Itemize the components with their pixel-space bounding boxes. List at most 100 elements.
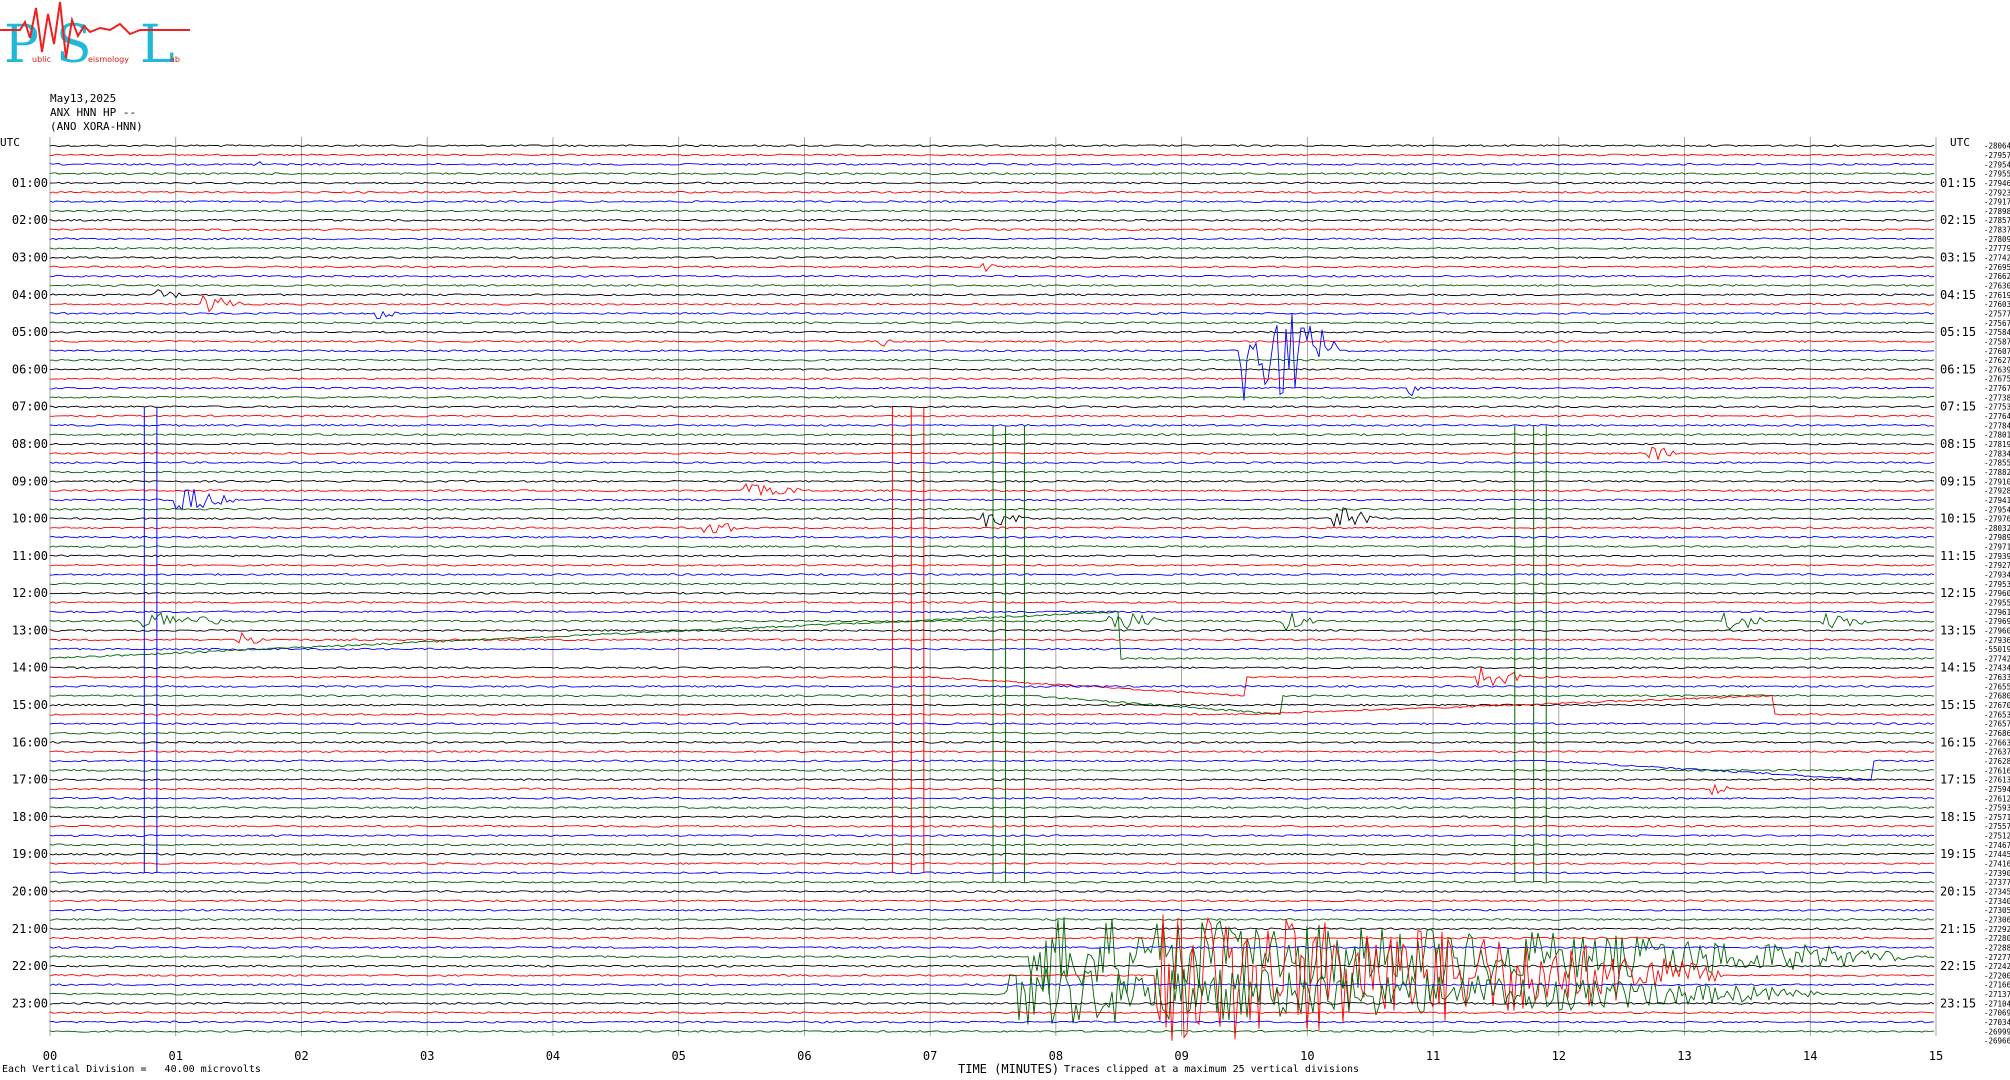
trace-offset-label: -27137 xyxy=(1984,990,2010,999)
trace-offset-label: -27819 xyxy=(1984,440,2010,449)
trace-offset-label: -27834 xyxy=(1984,449,2010,458)
trace-offset-label: -28064 xyxy=(1984,142,2010,151)
trace-offset-label: -27686 xyxy=(1984,729,2010,738)
left-hour-label: 10:00 xyxy=(12,512,48,526)
left-hour-label: 20:00 xyxy=(12,884,48,898)
seismic-trace xyxy=(49,843,1935,847)
trace-offset-label: -27917 xyxy=(1984,198,2010,207)
seismic-trace xyxy=(49,601,1935,604)
left-hour-label: 02:00 xyxy=(12,213,48,227)
seismic-trace xyxy=(49,209,1934,213)
vertical-division-note: Each Vertical Division = 40.00 microvolt… xyxy=(2,1064,261,1075)
trace-offset-label: -27104 xyxy=(1984,999,2010,1008)
trace-offset-label: -27593 xyxy=(1984,804,2010,813)
trace-offset-label: -27955 xyxy=(1984,598,2010,607)
trace-offset-label: -27898 xyxy=(1984,207,2010,216)
seismic-trace xyxy=(49,573,1935,576)
trace-offset-label: -27936 xyxy=(1984,636,2010,645)
helicorder-plot: UTC UTC 01:00 02:00 03:00 04:00 05:00 06:00 07:0… xyxy=(0,136,2010,1063)
trace-offset-label: -27639 xyxy=(1984,365,2010,374)
x-tick-label: 11 xyxy=(1426,1049,1440,1063)
trace-offset-label: -28032 xyxy=(1984,524,2010,533)
trace-offset-label: -27946 xyxy=(1984,179,2010,188)
right-hour-label: 05:15 xyxy=(1940,325,1976,339)
seismic-trace xyxy=(49,768,1935,772)
x-tick-label: 05 xyxy=(671,1049,685,1063)
trace-offset-label: -27923 xyxy=(1984,188,2010,197)
seismic-trace xyxy=(49,824,1935,828)
seismic-trace xyxy=(49,446,1935,461)
x-tick-label: 10 xyxy=(1300,1049,1314,1063)
trace-offset-label: -27954 xyxy=(1984,505,2010,514)
seismic-trace xyxy=(49,582,1935,586)
seismic-trace xyxy=(49,783,1935,796)
seismic-trace xyxy=(49,190,1935,194)
trace-offset-label: -27680 xyxy=(1984,692,2010,701)
x-tick-label: 01 xyxy=(169,1049,183,1063)
seismic-trace xyxy=(49,405,1934,409)
left-utc-label: UTC xyxy=(0,136,20,149)
seismic-trace xyxy=(49,862,1935,865)
seismic-trace xyxy=(49,289,1934,299)
trace-offset-label: -27288 xyxy=(1984,943,2010,952)
seismic-trace xyxy=(49,629,1935,632)
right-hour-label: 18:15 xyxy=(1940,810,1976,824)
left-hour-label: 07:00 xyxy=(12,400,48,414)
seismic-trace xyxy=(49,172,1935,176)
trace-offset-label: -27445 xyxy=(1984,850,2010,859)
trace-offset-label: -27594 xyxy=(1984,785,2010,794)
x-tick-label: 06 xyxy=(797,1049,811,1063)
seismic-trace xyxy=(49,395,1934,399)
x-tick-label: 12 xyxy=(1552,1049,1566,1063)
seismic-trace xyxy=(49,968,1935,1025)
trace-offset-label: -27630 xyxy=(1984,282,2010,291)
trace-offset-label: -27557 xyxy=(1984,822,2010,831)
right-hour-label: 20:15 xyxy=(1940,884,1976,898)
trace-offset-label: -27628 xyxy=(1984,757,2010,766)
left-hour-label: 08:00 xyxy=(12,437,48,451)
left-hour-label: 14:00 xyxy=(12,661,48,675)
trace-offset-label: -27584 xyxy=(1984,328,2010,337)
trace-offset-label: -27242 xyxy=(1984,962,2010,971)
seismic-trace xyxy=(49,330,1935,334)
trace-offset-label: -27961 xyxy=(1984,608,2010,617)
left-hour-label: 16:00 xyxy=(12,735,48,749)
left-hour-label: 12:00 xyxy=(12,586,48,600)
trace-offset-label: -27345 xyxy=(1984,887,2010,896)
trace-offset-label: -27954 xyxy=(1984,160,2010,169)
trace-offset-label: -27960 xyxy=(1984,589,2010,598)
trace-offset-label: -27742 xyxy=(1984,654,2010,663)
trace-offset-label: -27390 xyxy=(1984,869,2010,878)
trace-offset-label: -27034 xyxy=(1984,1018,2010,1027)
right-hour-label: 16:15 xyxy=(1940,735,1976,749)
seismic-trace xyxy=(49,936,1935,940)
trace-offset-label: -27939 xyxy=(1984,552,2010,561)
right-hour-label: 10:15 xyxy=(1940,512,1976,526)
seismic-trace xyxy=(49,647,1935,651)
trace-offset-label: -27340 xyxy=(1984,897,2010,906)
trace-offset-label: -27695 xyxy=(1984,263,2010,272)
seismic-trace xyxy=(49,310,1935,320)
right-hour-label: 19:15 xyxy=(1940,847,1976,861)
seismic-trace xyxy=(49,685,1935,688)
trace-offset-label: -27837 xyxy=(1984,226,2010,235)
trace-offset-label: -27753 xyxy=(1984,403,2010,412)
seismic-trace xyxy=(49,386,1935,397)
seismic-trace xyxy=(49,563,1935,567)
seismic-trace xyxy=(49,423,1935,427)
x-axis-title: TIME (MINUTES) xyxy=(958,1062,1060,1076)
left-hour-label: 23:00 xyxy=(12,996,48,1010)
seismic-trace xyxy=(49,983,1935,987)
seismic-trace xyxy=(49,294,1935,313)
seismic-trace xyxy=(49,433,1935,437)
trace-offset-label: -27657 xyxy=(1984,720,2010,729)
trace-offset-label: -27941 xyxy=(1984,496,2010,505)
left-hour-label: 22:00 xyxy=(12,959,48,973)
trace-offset-label: -27292 xyxy=(1984,925,2010,934)
seismic-trace xyxy=(49,703,1935,707)
seismic-trace xyxy=(49,507,1935,511)
trace-offset-label: -27467 xyxy=(1984,841,2010,850)
seismic-trace xyxy=(49,927,1935,931)
x-tick-label: 15 xyxy=(1929,1049,1943,1063)
right-hour-label: 15:15 xyxy=(1940,698,1976,712)
